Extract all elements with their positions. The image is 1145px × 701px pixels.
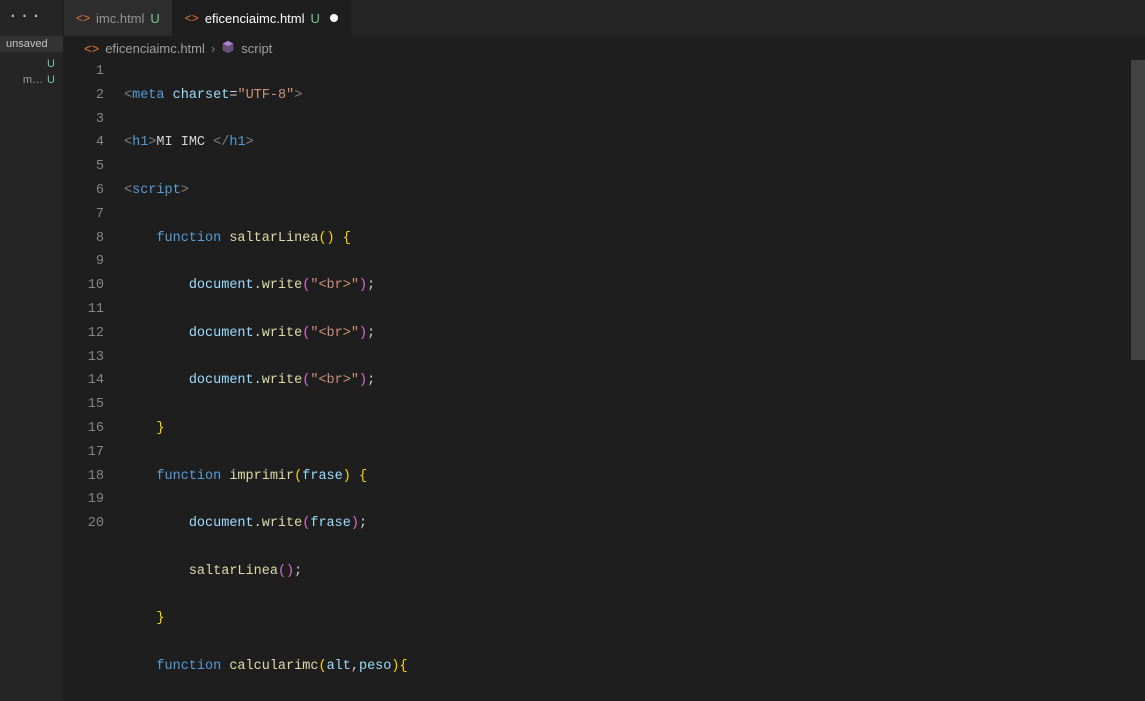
tab-imc[interactable]: <> imc.html U [64,0,173,36]
editor-main: <> imc.html U <> eficenciaimc.html U <> … [64,0,1145,701]
dirty-indicator-icon [330,14,338,22]
breadcrumb-file: eficenciaimc.html [105,41,205,56]
code-editor[interactable]: 1234567891011121314151617181920 <meta ch… [64,60,1145,701]
file-item[interactable]: m… U [0,72,63,88]
sidebar-header: ··· [0,0,63,32]
tab-bar: <> imc.html U <> eficenciaimc.html U [64,0,1145,36]
vertical-scrollbar[interactable] [1131,60,1145,701]
modified-badge: U [311,11,320,26]
tab-label: imc.html [96,11,144,26]
breadcrumb-symbol: script [241,41,272,56]
chevron-right-icon: › [211,41,215,56]
line-gutter: 1234567891011121314151617181920 [64,60,124,701]
file-item[interactable]: U [0,56,63,72]
more-icon[interactable]: ··· [8,7,43,25]
modified-badge: U [47,74,55,86]
html-file-icon: <> [185,11,199,25]
file-list: U m… U [0,56,63,88]
modified-badge: U [150,11,159,26]
tab-label: eficenciaimc.html [205,11,305,26]
breadcrumb[interactable]: <> eficenciaimc.html › script [64,36,1145,60]
html-file-icon: <> [76,11,90,25]
explorer-sidebar: ··· unsaved U m… U [0,0,64,701]
unsaved-label: unsaved [0,36,63,52]
modified-badge: U [47,58,55,70]
module-icon [221,40,235,57]
code-area[interactable]: <meta charset="UTF-8"> <h1>MI IMC </h1> … [124,60,1131,701]
html-file-icon: <> [84,41,99,56]
tab-eficenciaimc[interactable]: <> eficenciaimc.html U [173,0,351,36]
scrollbar-thumb[interactable] [1131,60,1145,360]
